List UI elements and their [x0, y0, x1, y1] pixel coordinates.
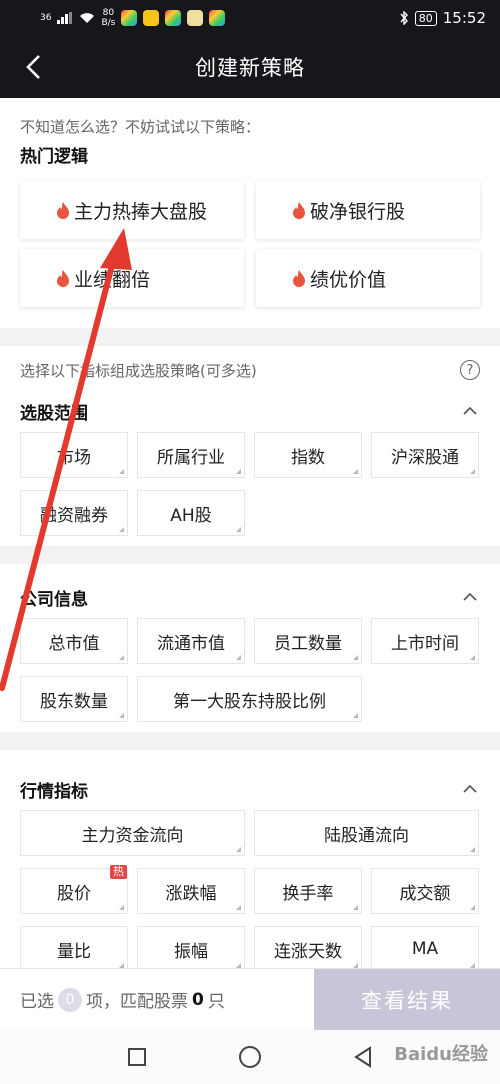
- app-notification-icon: [121, 10, 138, 26]
- group-title: 选股范围: [20, 403, 88, 424]
- flame-icon: [57, 270, 69, 287]
- app-notification-icon: [143, 10, 160, 26]
- indicator-chip-grid: 主力资金流向 陆股通流向 股价 热 涨跌幅 换手率 成交额 量比 振幅 连涨天数…: [0, 810, 500, 972]
- chevron-left-icon: [26, 55, 40, 79]
- hot-logic-section: 不知道怎么选？不妨试试以下策略： 热门逻辑 主力热捧大盘股 破净银行股 业绩翻倍…: [0, 98, 500, 328]
- status-bar: 36 80 B/s 80 15:52: [0, 0, 500, 36]
- indicator-chip[interactable]: 市场: [20, 432, 128, 478]
- indicator-chip-grid: 总市值 流通市值 员工数量 上市时间 股东数量 第一大股东持股比例: [0, 618, 500, 722]
- indicator-chip[interactable]: 员工数量: [254, 618, 362, 664]
- flame-icon: [57, 202, 69, 219]
- indicator-chip-grid: 市场 所属行业 指数 沪深股通 融资融券 AH股: [0, 432, 500, 536]
- hot-strategy-card[interactable]: 破净银行股: [256, 181, 480, 239]
- selected-count-badge: 0: [58, 987, 82, 1012]
- indicator-chip[interactable]: 股东数量: [20, 676, 128, 722]
- watermark: Baidu经验: [394, 1044, 488, 1065]
- hot-strategy-card[interactable]: 业绩翻倍: [20, 249, 244, 307]
- bottom-action-bar: 已选 0 项，匹配股票 0 只 查看结果: [0, 968, 500, 1031]
- group-header[interactable]: 选股范围: [0, 394, 500, 428]
- indicator-chip[interactable]: 陆股通流向: [254, 810, 479, 856]
- back-nav-button[interactable]: [348, 1042, 378, 1072]
- hot-strategy-label: 破净银行股: [310, 200, 406, 223]
- indicator-chip[interactable]: 总市值: [20, 618, 128, 664]
- app-notification-icon: [165, 10, 182, 26]
- app-notification-icon: [209, 10, 226, 26]
- recent-apps-button[interactable]: [122, 1042, 152, 1072]
- hint-text: 不知道怎么选？不妨试试以下策略：: [20, 118, 261, 136]
- signal-icon: [57, 12, 73, 24]
- battery-icon: 80: [414, 10, 437, 26]
- home-button[interactable]: [235, 1042, 265, 1072]
- indicator-chip[interactable]: 主力资金流向: [20, 810, 245, 856]
- indicator-chip[interactable]: MA: [371, 926, 479, 972]
- indicator-chip-label: 股价: [57, 883, 91, 904]
- section-title-hot-logic: 热门逻辑: [20, 147, 88, 167]
- match-count: 0: [192, 989, 204, 1010]
- indicator-chip[interactable]: 第一大股东持股比例: [137, 676, 362, 722]
- indicator-chip[interactable]: 成交额: [371, 868, 479, 914]
- market-indicators-section: 行情指标 主力资金流向 陆股通流向 股价 热 涨跌幅 换手率 成交额 量比 振幅…: [0, 750, 500, 1000]
- group-title: 行情指标: [20, 781, 88, 802]
- hot-badge: 热: [110, 865, 127, 879]
- hot-strategy-label: 绩优价值: [310, 268, 387, 291]
- view-results-button[interactable]: 查看结果: [314, 968, 500, 1031]
- indicator-chip[interactable]: 所属行业: [137, 432, 245, 478]
- indicator-chip[interactable]: 振幅: [137, 926, 245, 972]
- indicator-description-row: 选择以下指标组成选股策略(可多选) ?: [0, 346, 500, 394]
- status-right: 80 15:52: [399, 9, 486, 27]
- back-button[interactable]: [14, 48, 52, 86]
- indicator-chip[interactable]: 沪深股通: [371, 432, 479, 478]
- indicator-chip[interactable]: 连涨天数: [254, 926, 362, 972]
- group-header[interactable]: 行情指标: [0, 772, 500, 806]
- company-info-section: 公司信息 总市值 流通市值 员工数量 上市时间 股东数量 第一大股东持股比例: [0, 564, 500, 732]
- selection-summary: 已选 0 项，匹配股票 0 只: [20, 987, 225, 1012]
- page-title: 创建新策略: [195, 56, 305, 80]
- square-icon: [127, 1048, 146, 1066]
- chevron-up-icon[interactable]: [460, 401, 480, 421]
- hot-strategy-card[interactable]: 绩优价值: [256, 249, 480, 307]
- bluetooth-icon: [400, 11, 408, 25]
- indicator-chip[interactable]: 上市时间: [371, 618, 479, 664]
- hot-strategy-label: 业绩翻倍: [74, 268, 151, 291]
- group-title: 公司信息: [20, 589, 88, 610]
- selection-range-section: 选择以下指标组成选股策略(可多选) ? 选股范围 市场 所属行业 指数 沪深股通…: [0, 346, 500, 546]
- hot-strategy-grid: 主力热捧大盘股 破净银行股 业绩翻倍 绩优价值: [0, 167, 500, 307]
- wifi-icon: [80, 13, 95, 23]
- flame-icon: [293, 202, 305, 219]
- triangle-back-icon: [354, 1046, 372, 1068]
- group-header[interactable]: 公司信息: [0, 580, 500, 614]
- circle-icon: [238, 1046, 261, 1068]
- indicator-description: 选择以下指标组成选股策略(可多选): [20, 361, 257, 380]
- hot-strategy-card[interactable]: 主力热捧大盘股: [20, 181, 244, 239]
- app-notification-icon: [187, 10, 204, 26]
- chevron-up-icon[interactable]: [460, 587, 480, 607]
- chevron-up-icon[interactable]: [460, 779, 480, 799]
- indicator-chip[interactable]: AH股: [137, 490, 245, 536]
- indicator-chip[interactable]: 换手率: [254, 868, 362, 914]
- indicator-chip[interactable]: 涨跌幅: [137, 868, 245, 914]
- hot-strategy-label: 主力热捧大盘股: [74, 200, 208, 223]
- clock: 15:52: [442, 9, 486, 27]
- indicator-chip[interactable]: 量比: [20, 926, 128, 972]
- status-left: 36 80 B/s: [40, 8, 226, 28]
- indicator-chip[interactable]: 指数: [254, 432, 362, 478]
- indicator-chip-with-badge[interactable]: 股价 热: [20, 865, 128, 914]
- signal-label: 36: [40, 12, 52, 23]
- flame-icon: [293, 270, 305, 287]
- indicator-chip[interactable]: 流通市值: [137, 618, 245, 664]
- network-speed: 80 B/s: [101, 8, 116, 28]
- help-icon[interactable]: ?: [460, 360, 480, 380]
- title-bar: 创建新策略: [0, 36, 500, 98]
- indicator-chip[interactable]: 融资融券: [20, 490, 128, 536]
